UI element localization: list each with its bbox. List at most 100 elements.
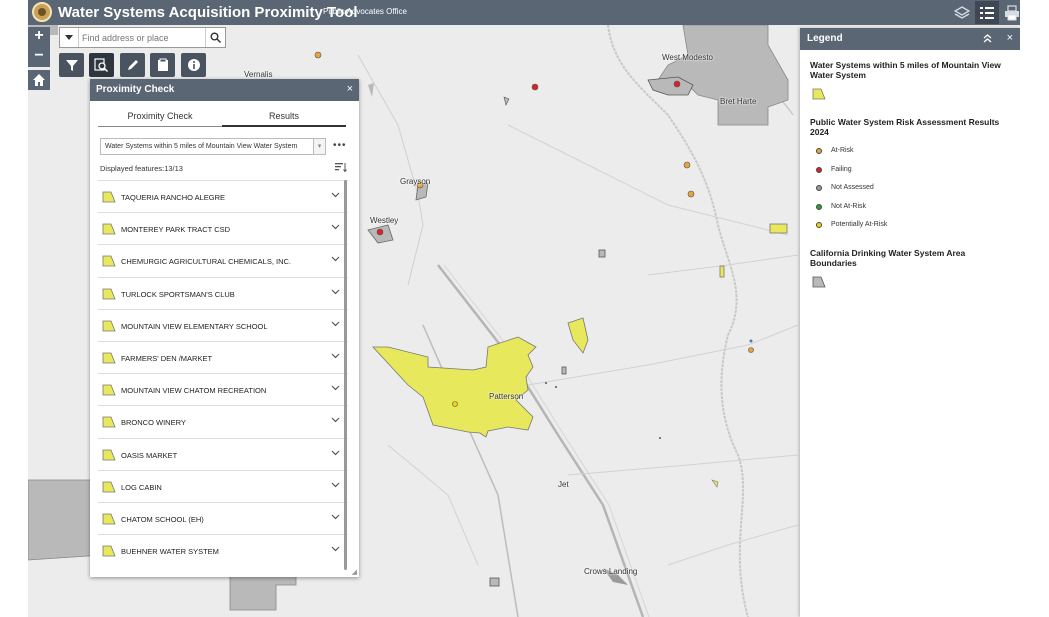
result-item[interactable]: MOUNTAIN VIEW CHATOM RECREATION — [98, 373, 348, 405]
map-label-west-modesto: West Modesto — [662, 53, 713, 62]
search-input[interactable] — [82, 30, 202, 45]
clipboard-button[interactable] — [150, 53, 175, 77]
legend-risk-label: Potentially At-Risk — [831, 221, 888, 228]
result-item[interactable]: MONTEREY PARK TRACT CSD — [98, 212, 348, 244]
results-scrollbar[interactable] — [344, 180, 347, 570]
tab-proximity-check[interactable]: Proximity Check — [98, 111, 222, 127]
legend-title: Legend — [807, 33, 843, 44]
chevron-down-icon[interactable] — [331, 256, 340, 262]
clipboard-icon — [157, 58, 168, 71]
panel-tabs: Proximity Check Results — [98, 111, 346, 127]
map-label-crows-landing: Crows Landing — [584, 567, 638, 576]
map-label-jet: Jet — [558, 480, 569, 489]
legend-dot-icon — [816, 185, 822, 191]
result-item[interactable]: MOUNTAIN VIEW ELEMENTARY SCHOOL — [98, 308, 348, 341]
result-item[interactable]: CHATOM SCHOOL (EH) — [98, 501, 348, 534]
result-item[interactable]: TURLOCK SPORTSMAN'S CLUB — [98, 276, 348, 309]
result-item-label: LOG CABIN — [121, 482, 162, 492]
polygon-swatch-icon — [102, 449, 116, 460]
legend-risk-label: Failing — [831, 165, 852, 173]
panel-close-button[interactable]: × — [347, 83, 353, 95]
chevron-down-icon[interactable] — [331, 321, 340, 327]
layer-select-dropdown[interactable]: Water Systems within 5 miles of Mountain… — [100, 138, 326, 155]
home-button[interactable] — [28, 70, 50, 90]
chevron-down-icon[interactable] — [331, 482, 340, 488]
result-item-label: TAQUERIA RANCHO ALEGRE — [121, 193, 226, 202]
search-source-dropdown[interactable] — [60, 28, 79, 47]
legend-button[interactable] — [975, 1, 999, 24]
filter-button[interactable] — [59, 53, 84, 77]
legend-risk-label: Not Assessed — [831, 184, 874, 191]
app-header: Water Systems Acquisition Proximity Tool… — [28, 0, 1020, 25]
search-button[interactable] — [205, 28, 225, 47]
result-item[interactable]: CHEMURGIC AGRICULTURAL CHEMICALS, INC. — [98, 244, 348, 276]
more-options-button[interactable]: ••• — [333, 140, 347, 151]
resize-handle-icon[interactable]: ◢ — [352, 568, 357, 576]
legend-dot-icon — [816, 203, 822, 210]
legend-dot-icon — [816, 166, 822, 173]
map-label-patterson: Patterson — [489, 392, 524, 401]
proximity-search-button[interactable] — [89, 53, 114, 77]
zoom-in-button[interactable]: + — [28, 27, 50, 47]
info-icon — [187, 59, 200, 71]
chevron-down-icon[interactable] — [331, 224, 340, 230]
tab-results[interactable]: Results — [222, 111, 346, 127]
legend-risk-label: Not At-Risk — [831, 202, 867, 210]
layers-icon — [954, 5, 970, 19]
result-item[interactable]: OASIS MARKET — [98, 437, 348, 470]
zoom-out-button[interactable]: − — [28, 47, 50, 67]
result-item-label: MOUNTAIN VIEW CHATOM RECREATION — [121, 386, 267, 396]
result-item-label: CHATOM SCHOOL (EH) — [121, 514, 204, 524]
chevron-down-icon[interactable] — [331, 546, 340, 552]
chevron-down-icon[interactable] — [331, 514, 340, 520]
print-icon — [1005, 4, 1019, 20]
collapse-chevron-icon[interactable] — [983, 33, 992, 43]
filter-icon — [65, 60, 78, 71]
proximity-search-icon — [94, 57, 109, 72]
chevron-down-icon[interactable] — [331, 385, 340, 391]
legend-section-risk-assessment: Public Water System Risk Assessment Resu… — [810, 117, 1000, 137]
legend-section-boundaries: California Drinking Water System Area Bo… — [810, 248, 966, 268]
logo-seal-icon — [32, 2, 52, 22]
info-button[interactable] — [181, 53, 206, 77]
result-item[interactable]: TAQUERIA RANCHO ALEGRE — [98, 180, 348, 212]
polygon-swatch-icon — [102, 223, 116, 235]
app-subtitle: Public Advocates Office — [323, 7, 407, 16]
measure-pencil-icon — [127, 60, 138, 70]
print-button[interactable] — [1000, 1, 1020, 24]
result-item-label: MOUNTAIN VIEW ELEMENTARY SCHOOL — [121, 321, 268, 331]
proximity-check-panel: Proximity Check × Proximity Check Result… — [90, 79, 359, 577]
result-item[interactable]: LOG CABIN — [98, 469, 348, 502]
app-title: Water Systems Acquisition Proximity Tool — [58, 4, 358, 21]
chevron-down-icon[interactable] — [331, 192, 340, 198]
map-label-vernalis: Vernalis — [244, 70, 273, 79]
home-icon — [33, 74, 45, 86]
map-label-bret-harte: Bret Harte — [720, 97, 757, 106]
result-item[interactable]: FARMERS' DEN /MARKET — [98, 340, 348, 373]
chevron-down-icon[interactable] — [331, 353, 340, 359]
polygon-swatch-icon — [102, 191, 116, 203]
result-item[interactable]: BRONCO WINERY — [98, 405, 348, 437]
result-item-label: BRONCO WINERY — [121, 418, 186, 428]
layers-button[interactable] — [950, 1, 974, 24]
layer-select-value: Water Systems within 5 miles of Mountain… — [105, 143, 298, 150]
result-item-label: CHEMURGIC AGRICULTURAL CHEMICALS, INC. — [121, 257, 292, 267]
result-item[interactable]: BUEHNER WATER SYSTEM — [98, 534, 348, 566]
legend-dot-icon — [816, 222, 822, 228]
chevron-down-icon[interactable] — [331, 417, 340, 423]
polygon-swatch-icon — [102, 384, 116, 396]
legend-panel: Legend × Water Systems within 5 miles of… — [800, 28, 1020, 617]
map-label-grayson: Grayson — [400, 177, 431, 186]
legend-header: Legend × — [800, 28, 1020, 50]
polygon-swatch-icon — [102, 320, 116, 332]
chevron-down-icon[interactable] — [331, 289, 340, 295]
polygon-swatch-icon — [102, 545, 116, 557]
panel-title: Proximity Check — [96, 84, 175, 95]
panel-header: Proximity Check × — [90, 79, 359, 101]
measure-button[interactable] — [120, 53, 145, 77]
legend-grey-polygon-swatch — [812, 276, 826, 288]
sort-icon[interactable] — [335, 162, 347, 173]
legend-risk-label: At-Risk — [831, 147, 854, 154]
legend-close-button[interactable]: × — [1007, 32, 1013, 44]
chevron-down-icon[interactable] — [331, 450, 340, 456]
